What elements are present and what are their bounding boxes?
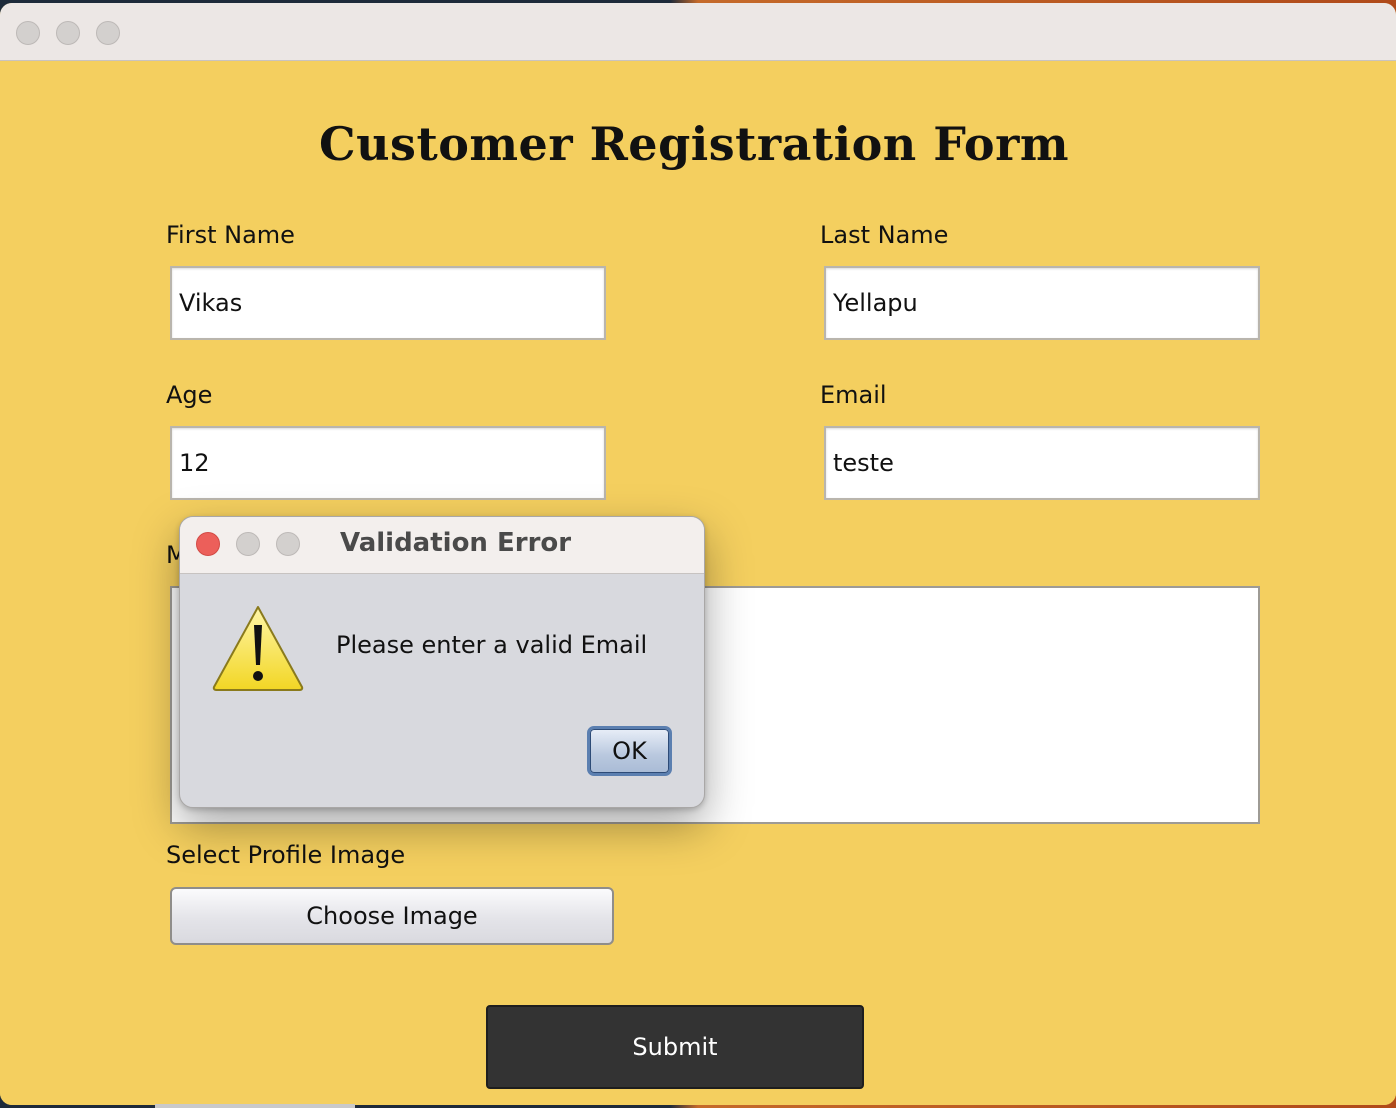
age-label: Age bbox=[166, 381, 213, 409]
last-name-label: Last Name bbox=[820, 221, 949, 249]
warning-icon bbox=[212, 606, 304, 691]
email-label: Email bbox=[820, 381, 887, 409]
window-minimize-button[interactable] bbox=[56, 21, 80, 45]
age-field[interactable]: 12 bbox=[170, 426, 606, 500]
dialog-close-button[interactable] bbox=[196, 532, 220, 556]
window-zoom-button[interactable] bbox=[96, 21, 120, 45]
dialog-minimize-button[interactable] bbox=[236, 532, 260, 556]
submit-button[interactable]: Submit bbox=[486, 1005, 864, 1089]
choose-image-button[interactable]: Choose Image bbox=[170, 887, 614, 945]
dialog-titlebar: Validation Error bbox=[180, 517, 704, 574]
window-close-button[interactable] bbox=[16, 21, 40, 45]
taskbar-strip bbox=[155, 1104, 355, 1108]
dialog-message: Please enter a valid Email bbox=[336, 631, 648, 659]
email-field[interactable]: teste bbox=[824, 426, 1260, 500]
profile-image-label: Select Profile Image bbox=[166, 841, 406, 869]
first-name-field[interactable]: Vikas bbox=[170, 266, 606, 340]
window-titlebar bbox=[0, 3, 1396, 61]
last-name-field[interactable]: Yellapu bbox=[824, 266, 1260, 340]
dialog-title: Validation Error bbox=[340, 528, 572, 558]
validation-error-dialog: Validation Error Please enter a valid Em… bbox=[179, 516, 705, 808]
dialog-zoom-button[interactable] bbox=[276, 532, 300, 556]
form-title: Customer Registration Form bbox=[319, 117, 1069, 171]
ok-button[interactable]: OK bbox=[587, 726, 672, 776]
first-name-label: First Name bbox=[166, 221, 295, 249]
